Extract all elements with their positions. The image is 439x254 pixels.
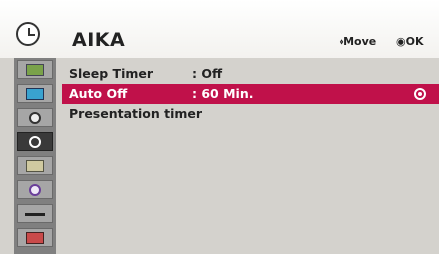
audio-icon [29,112,41,124]
menu-title: AIKA [72,29,126,51]
category-sidebar [14,58,56,254]
sidebar-item-picture[interactable] [17,84,53,103]
menu-row-label: Presentation timer [69,106,203,121]
move-hint: ⬫Move [340,35,377,48]
menu-header: AIKA ⬫Move ◉OK [0,0,439,58]
menu-row-label: Auto Off [69,86,128,101]
picture-icon [26,88,44,100]
sidebar-item-info[interactable] [17,180,53,199]
menu-row-value: : Off [192,66,223,81]
clock-icon [29,136,41,148]
sidebar-item-audio[interactable] [17,108,53,127]
menu-row-label: Sleep Timer [69,66,154,81]
info-icon [29,184,41,196]
menu-row-presentation-timer[interactable]: Presentation timer [62,104,439,124]
media-icon [26,232,44,244]
sidebar-item-option[interactable] [17,156,53,175]
option-icon [26,160,44,172]
sidebar-item-time[interactable] [17,132,53,151]
ok-hint: ◉OK [396,35,424,48]
sidebar-item-input[interactable] [17,204,53,223]
menu-row-sleep-timer[interactable]: Sleep Timer : Off [62,64,439,84]
clock-icon [16,22,40,46]
menu-row-auto-off[interactable]: Auto Off : 60 Min. [62,84,439,104]
ok-icon [414,88,426,100]
menu-row-value: : 60 Min. [192,86,254,101]
input-icon [25,213,45,216]
tv-icon [26,64,44,76]
sidebar-item-media[interactable] [17,228,53,247]
sidebar-item-tv[interactable] [17,60,53,79]
osd-menu: AIKA ⬫Move ◉OK Sleep Timer : Off Auto Of… [0,0,439,254]
